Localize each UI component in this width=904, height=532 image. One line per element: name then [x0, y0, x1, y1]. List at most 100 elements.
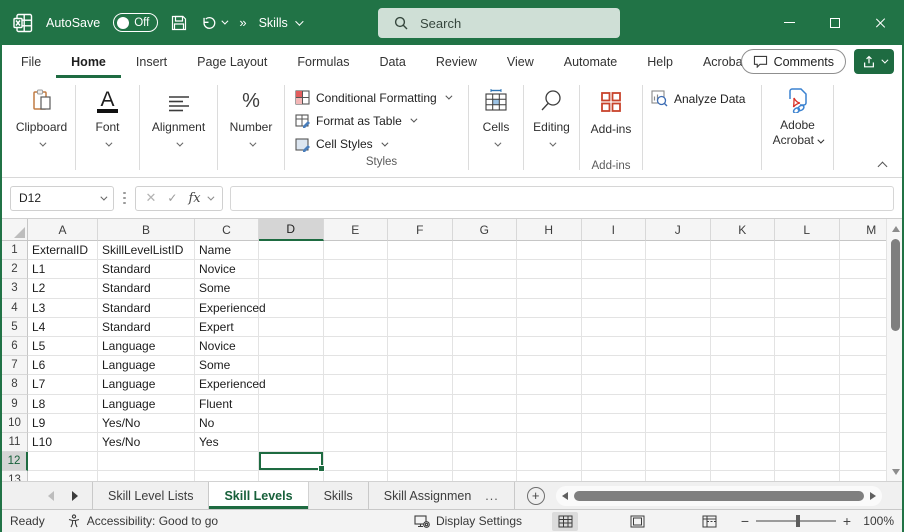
column-header-I[interactable]: I [582, 219, 647, 241]
zoom-in-button[interactable]: + [840, 513, 854, 529]
cell-E5[interactable] [324, 318, 389, 337]
cell-D1[interactable] [259, 241, 324, 260]
cell-E4[interactable] [324, 299, 389, 318]
accessibility-status[interactable]: Accessibility: Good to go [67, 514, 218, 528]
cell-D5[interactable] [259, 318, 324, 337]
cell-A4[interactable]: L3 [28, 299, 98, 318]
display-settings-button[interactable]: Display Settings [414, 514, 522, 528]
cell-I10[interactable] [582, 414, 647, 433]
cell-B9[interactable]: Language [98, 395, 195, 414]
row-header-12[interactable]: 12 [2, 452, 28, 471]
cell-H7[interactable] [517, 356, 582, 375]
cell-L8[interactable] [775, 375, 840, 394]
insert-function-icon[interactable]: fx [188, 191, 200, 206]
row-header-9[interactable]: 9 [2, 395, 28, 414]
save-button[interactable] [171, 15, 187, 31]
cell-J8[interactable] [646, 375, 711, 394]
column-header-E[interactable]: E [324, 219, 389, 241]
clipboard-group-button[interactable]: Clipboard [8, 78, 75, 177]
zoom-slider-thumb[interactable] [796, 515, 800, 527]
select-all-button[interactable] [2, 219, 28, 241]
cell-H3[interactable] [517, 279, 582, 298]
cell-J5[interactable] [646, 318, 711, 337]
cell-F13[interactable] [388, 471, 453, 481]
close-button[interactable] [858, 0, 904, 45]
cell-G1[interactable] [453, 241, 518, 260]
cell-K2[interactable] [711, 260, 776, 279]
cell-G13[interactable] [453, 471, 518, 481]
conditional-formatting-button[interactable]: Conditional Formatting [295, 86, 450, 109]
cell-D8[interactable] [259, 375, 324, 394]
cell-E10[interactable] [324, 414, 389, 433]
cell-J12[interactable] [646, 452, 711, 471]
cell-A9[interactable]: L8 [28, 395, 98, 414]
page-break-preview-button[interactable] [696, 512, 722, 531]
cell-I4[interactable] [582, 299, 647, 318]
confirm-entry-icon[interactable]: ✓ [167, 191, 177, 205]
analyze-data-button[interactable]: Analyze Data [651, 90, 761, 107]
sheet-tab-skills[interactable]: Skills [309, 482, 369, 509]
cell-G7[interactable] [453, 356, 518, 375]
cell-B13[interactable] [98, 471, 195, 481]
cell-C10[interactable]: No [195, 414, 259, 433]
cell-B7[interactable]: Language [98, 356, 195, 375]
cell-B10[interactable]: Yes/No [98, 414, 195, 433]
comments-button[interactable]: Comments [741, 49, 846, 74]
share-button[interactable] [854, 49, 894, 74]
cell-H5[interactable] [517, 318, 582, 337]
cell-K10[interactable] [711, 414, 776, 433]
column-header-F[interactable]: F [388, 219, 453, 241]
cell-J13[interactable] [646, 471, 711, 481]
cell-L6[interactable] [775, 337, 840, 356]
cell-I13[interactable] [582, 471, 647, 481]
cell-C2[interactable]: Novice [195, 260, 259, 279]
cell-E7[interactable] [324, 356, 389, 375]
cell-H10[interactable] [517, 414, 582, 433]
cell-J3[interactable] [646, 279, 711, 298]
number-group-button[interactable]: % Number [218, 78, 284, 177]
cell-J9[interactable] [646, 395, 711, 414]
cell-H12[interactable] [517, 452, 582, 471]
column-header-G[interactable]: G [453, 219, 518, 241]
horizontal-scrollbar[interactable] [556, 486, 882, 506]
cell-B8[interactable]: Language [98, 375, 195, 394]
formula-bar-input[interactable] [230, 186, 894, 211]
cell-G5[interactable] [453, 318, 518, 337]
cell-D4[interactable] [259, 299, 324, 318]
cell-B12[interactable] [98, 452, 195, 471]
cell-L5[interactable] [775, 318, 840, 337]
cell-H6[interactable] [517, 337, 582, 356]
cell-G12[interactable] [453, 452, 518, 471]
row-header-10[interactable]: 10 [2, 414, 28, 433]
cell-E3[interactable] [324, 279, 389, 298]
cell-L10[interactable] [775, 414, 840, 433]
cell-D10[interactable] [259, 414, 324, 433]
cell-D9[interactable] [259, 395, 324, 414]
cancel-entry-icon[interactable]: ✕ [146, 190, 157, 206]
cell-D6[interactable] [259, 337, 324, 356]
zoom-level[interactable]: 100% [854, 514, 894, 528]
cell-A11[interactable]: L10 [28, 433, 98, 452]
previous-sheet-button[interactable] [48, 491, 54, 501]
font-group-button[interactable]: A Font [76, 78, 139, 177]
cell-A12[interactable] [28, 452, 98, 471]
vertical-scrollbar-thumb[interactable] [891, 239, 900, 331]
cell-K9[interactable] [711, 395, 776, 414]
cell-B2[interactable]: Standard [98, 260, 195, 279]
cell-G8[interactable] [453, 375, 518, 394]
cell-K8[interactable] [711, 375, 776, 394]
cell-C1[interactable]: Name [195, 241, 259, 260]
horizontal-scrollbar-thumb[interactable] [574, 491, 864, 501]
cell-G4[interactable] [453, 299, 518, 318]
normal-view-button[interactable] [552, 512, 578, 531]
cell-F12[interactable] [388, 452, 453, 471]
cell-F9[interactable] [388, 395, 453, 414]
cell-L4[interactable] [775, 299, 840, 318]
fx-dropdown-icon[interactable] [207, 193, 214, 200]
undo-button[interactable] [200, 15, 226, 31]
column-header-C[interactable]: C [195, 219, 259, 241]
sheet-tab-skill-level-lists[interactable]: Skill Level Lists [92, 482, 209, 509]
cell-E1[interactable] [324, 241, 389, 260]
cell-D11[interactable] [259, 433, 324, 452]
ribbon-tab-page-layout[interactable]: Page Layout [182, 45, 282, 78]
